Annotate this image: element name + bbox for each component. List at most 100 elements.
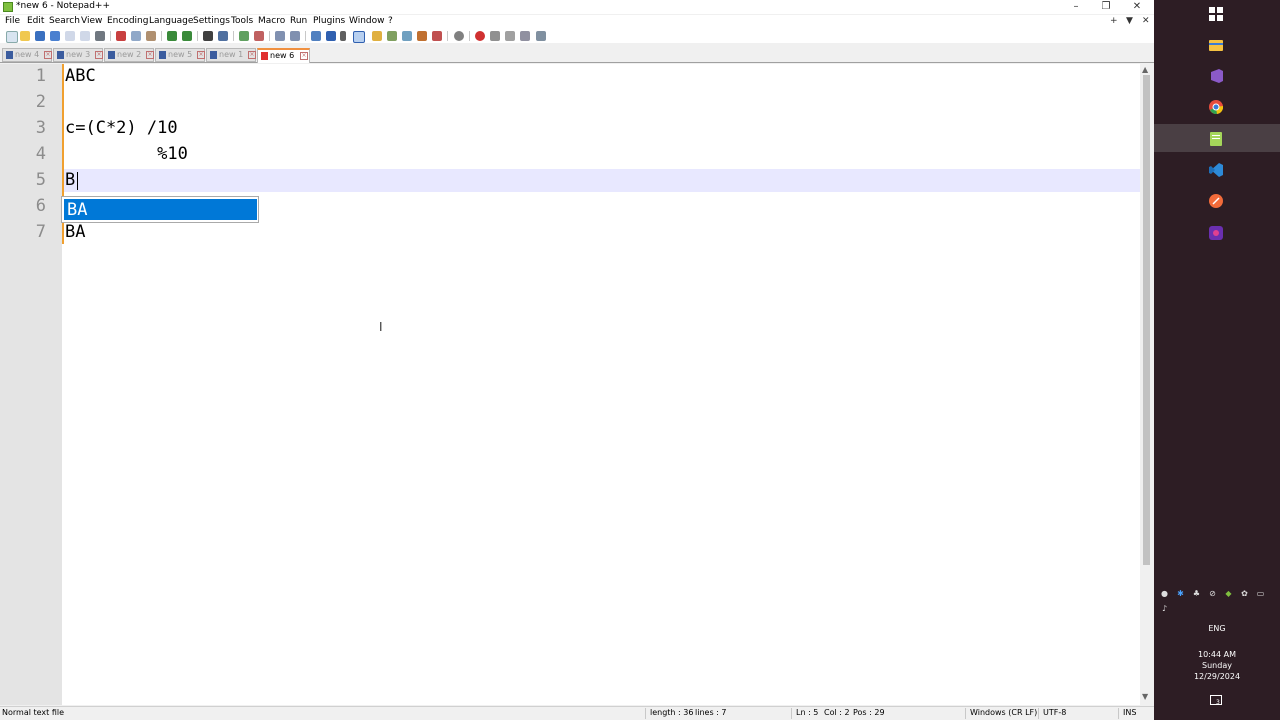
- scroll-down-icon[interactable]: ▼: [1142, 692, 1148, 701]
- app-icon[interactable]: [1209, 225, 1223, 240]
- save-icon[interactable]: [35, 31, 45, 41]
- restore-button[interactable]: ❐: [1091, 0, 1121, 14]
- replace-icon[interactable]: [218, 31, 228, 41]
- scrollbar-thumb[interactable]: [1143, 75, 1150, 565]
- menu-encoding[interactable]: Encoding: [107, 16, 148, 26]
- scroll-up-icon[interactable]: ▲: [1142, 65, 1148, 74]
- print-icon[interactable]: [95, 31, 105, 41]
- unsaved-document-icon: [261, 52, 268, 60]
- play-macro-icon[interactable]: [505, 31, 515, 41]
- menu-search[interactable]: Search: [49, 16, 80, 26]
- line-number-gutter: 1 2 3 4 5 6 7: [0, 64, 62, 705]
- menu-window[interactable]: Window: [349, 16, 385, 26]
- function-list-icon[interactable]: [402, 31, 412, 41]
- monitoring-icon[interactable]: [432, 31, 442, 41]
- close-tab-icon[interactable]: ×: [44, 51, 52, 59]
- tab-new-2[interactable]: new 2 ×: [104, 48, 154, 62]
- steam-icon[interactable]: ✿: [1240, 589, 1249, 598]
- nvidia-icon[interactable]: ◆: [1224, 589, 1233, 598]
- status-separator: [1038, 708, 1039, 719]
- editor-area[interactable]: 1 2 3 4 5 6 7 ABC c=(C*2) /10 %10 B BA I: [0, 64, 1140, 705]
- windows-start-icon[interactable]: [1209, 6, 1223, 21]
- sync-horizontal-icon[interactable]: [290, 31, 300, 41]
- menu-edit[interactable]: Edit: [27, 16, 44, 26]
- open-file-icon[interactable]: [20, 31, 30, 41]
- word-wrap-icon[interactable]: [311, 31, 321, 41]
- record-macro-icon[interactable]: [475, 31, 485, 41]
- menu-help[interactable]: ?: [388, 16, 393, 26]
- postman-icon[interactable]: [1209, 193, 1223, 208]
- cut-icon[interactable]: [116, 31, 126, 41]
- paste-icon[interactable]: [146, 31, 156, 41]
- visual-studio-icon[interactable]: [1209, 68, 1223, 83]
- udl-icon[interactable]: [372, 31, 382, 41]
- run-macro-multiple-icon[interactable]: [520, 31, 530, 41]
- redo-icon[interactable]: [182, 31, 192, 41]
- new-file-icon[interactable]: [6, 31, 18, 43]
- volume-icon[interactable]: ♪: [1160, 604, 1169, 613]
- text-content[interactable]: ABC c=(C*2) /10 %10 B BA: [64, 64, 1140, 705]
- minimize-button[interactable]: –: [1061, 0, 1091, 14]
- close-tab-icon[interactable]: ×: [146, 51, 154, 59]
- tab-new-1[interactable]: new 1 ×: [206, 48, 256, 62]
- close-file-icon[interactable]: [65, 31, 75, 41]
- tab-new-6[interactable]: new 6 ×: [257, 48, 310, 63]
- folder-workspace-icon[interactable]: [417, 31, 427, 41]
- vscode-icon[interactable]: [1209, 162, 1223, 177]
- network-sharing-icon[interactable]: ♣: [1192, 589, 1201, 598]
- undo-icon[interactable]: [167, 31, 177, 41]
- notification-icon[interactable]: 3: [1210, 695, 1222, 706]
- microphone-icon[interactable]: ●: [1160, 589, 1169, 598]
- close-tab-icon[interactable]: ×: [248, 51, 256, 59]
- menu-language[interactable]: Language: [149, 16, 193, 26]
- menu-plugins[interactable]: Plugins: [313, 16, 345, 26]
- show-chars-dropdown-icon[interactable]: [340, 31, 346, 41]
- chrome-icon[interactable]: [1209, 99, 1224, 115]
- file-explorer-icon[interactable]: [1209, 37, 1223, 51]
- tab-list-dropdown-icon[interactable]: ▼: [1126, 16, 1133, 26]
- new-tab-plus-icon[interactable]: +: [1110, 16, 1118, 26]
- autocomplete-item[interactable]: BA: [64, 199, 257, 220]
- menu-settings[interactable]: Settings: [193, 16, 230, 26]
- toolbar-separator: [269, 31, 270, 41]
- show-all-chars-icon[interactable]: [326, 31, 336, 41]
- autocomplete-popup[interactable]: BA: [61, 196, 259, 223]
- clock-time[interactable]: 10:44 AM: [1154, 650, 1280, 659]
- tab-new-5[interactable]: new 5 ×: [155, 48, 205, 62]
- sync-vertical-icon[interactable]: [275, 31, 285, 41]
- line-number: 1: [35, 66, 46, 86]
- zoom-in-icon[interactable]: [239, 31, 249, 41]
- menu-macro[interactable]: Macro: [258, 16, 285, 26]
- copy-icon[interactable]: [131, 31, 141, 41]
- close-tab-icon[interactable]: ×: [197, 51, 205, 59]
- save-macro-icon[interactable]: [536, 31, 546, 41]
- zoom-out-icon[interactable]: [254, 31, 264, 41]
- tab-new-3[interactable]: new 3 ×: [53, 48, 103, 62]
- stop-macro-icon[interactable]: [490, 31, 500, 41]
- muted-icon[interactable]: ⊘: [1208, 589, 1217, 598]
- menu-view[interactable]: View: [81, 16, 102, 26]
- language-indicator[interactable]: ENG: [1154, 624, 1280, 633]
- menu-run[interactable]: Run: [290, 16, 307, 26]
- title-bar: *new 6 - Notepad++ – ❐ ✕: [0, 0, 1154, 14]
- find-icon[interactable]: [203, 31, 213, 41]
- notepadpp-icon[interactable]: [1209, 131, 1223, 146]
- menu-tools[interactable]: Tools: [231, 16, 253, 26]
- menu-file[interactable]: File: [5, 16, 20, 26]
- focus-mode-icon[interactable]: [454, 31, 464, 41]
- close-all-icon[interactable]: [80, 31, 90, 41]
- tab-label: new 2: [117, 50, 142, 59]
- tab-new-4[interactable]: new 4 ×: [2, 48, 52, 62]
- display-icon[interactable]: ▭: [1256, 589, 1265, 598]
- save-all-icon[interactable]: [50, 31, 60, 41]
- close-tab-icon[interactable]: ×: [300, 52, 308, 60]
- bluetooth-icon[interactable]: ✱: [1176, 589, 1185, 598]
- close-document-icon[interactable]: ✕: [1142, 16, 1150, 26]
- status-separator: [645, 708, 646, 719]
- toolbar-separator: [305, 31, 306, 41]
- close-tab-icon[interactable]: ×: [95, 51, 103, 59]
- vertical-scrollbar[interactable]: ▲ ▼: [1140, 64, 1154, 705]
- doc-map-icon[interactable]: [387, 31, 397, 41]
- close-button[interactable]: ✕: [1122, 0, 1152, 14]
- indent-guide-icon[interactable]: [353, 31, 365, 43]
